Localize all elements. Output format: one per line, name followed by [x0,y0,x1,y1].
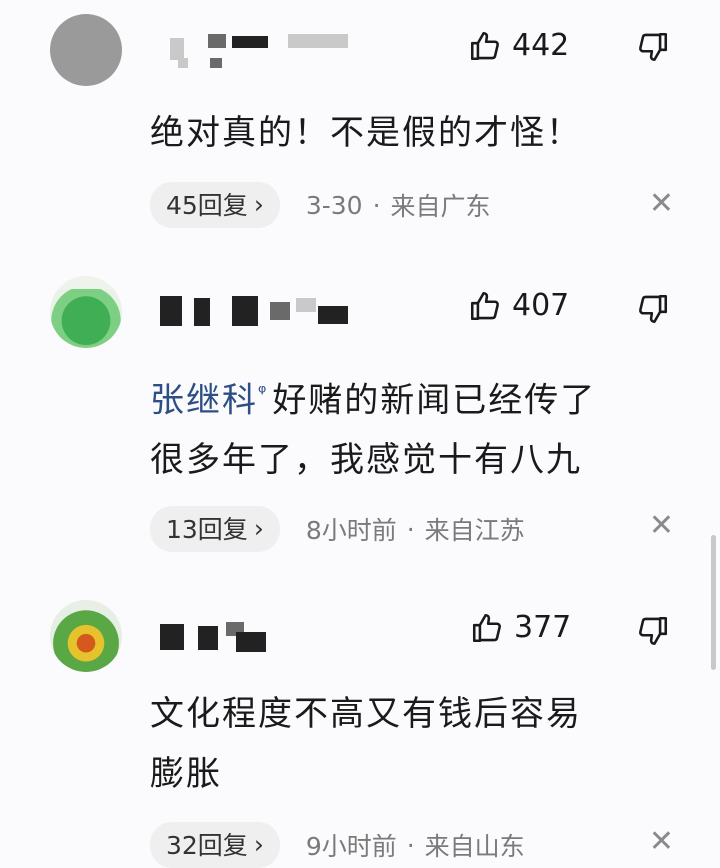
comment-text-line: 膨胀 [150,754,222,794]
avatar[interactable] [50,600,122,672]
reply-count: 13回复 [166,515,248,544]
chevron-right-icon: › [253,189,264,219]
comment-text-line: 绝对真的！不是假的才怪！ [150,113,582,153]
location: 来自江苏 [424,516,525,545]
comment-text-part: 好赌的新闻已经传了 [272,380,597,421]
dislike-button[interactable] [636,30,670,64]
close-icon[interactable]: ✕ [649,508,674,543]
thumbs-down-icon [639,294,668,324]
mention-link[interactable]: 张继科 [150,380,258,420]
location: 来自广东 [390,192,491,221]
avatar[interactable] [50,14,122,86]
reply-button[interactable]: 13回复 › [150,506,280,552]
close-icon[interactable]: ✕ [649,824,674,859]
comment-text: 张继科ᵠ 好赌的新闻已经传了 很多年了，我感觉十有八九 [150,362,670,490]
search-link-icon: ᵠ [258,380,269,404]
avatar[interactable] [50,276,122,348]
reply-button[interactable]: 32回复 › [150,822,280,868]
reply-count: 32回复 [166,831,248,860]
timestamp: 8小时前 [305,516,397,545]
like-count: 407 [512,288,570,323]
comment-text-line: 很多年了，我感觉十有八九 [150,440,582,481]
timestamp: 3-30 [305,190,363,220]
thumbs-up-icon [472,613,501,642]
reply-count: 45回复 [166,191,248,220]
thumbs-up-icon [470,31,499,60]
comment-text-line: 张继科ᵠ 好赌的新闻已经传了 [150,362,670,430]
like-button[interactable]: 377 [470,610,571,645]
chevron-right-icon: › [253,513,264,543]
separator: · [406,830,415,860]
reply-button[interactable]: 45回复 › [150,182,280,228]
thumbs-down-icon [639,32,668,62]
separator: · [406,514,415,544]
like-button[interactable]: 407 [468,288,569,323]
like-count: 377 [514,610,572,645]
like-count: 442 [512,28,570,63]
thumbs-up-icon [470,291,499,320]
location: 来自山东 [424,832,525,861]
comment-footer: 13回复 › 8小时前 · 来自江苏 [150,506,525,552]
comment-item: 377 文化程度不高又有钱后容易 膨胀 32回复 › 9小时前 · 来自山东 ✕ [0,560,720,868]
comment-item: 442 绝对真的！不是假的才怪！ 45回复 › 3-30 · 来自广东 ✕ [0,0,720,240]
comment-footer: 45回复 › 3-30 · 来自广东 [150,182,491,228]
like-button[interactable]: 442 [468,28,569,63]
comment-item: 407 张继科ᵠ 好赌的新闻已经传了 很多年了，我感觉十有八九 13回复 › 8小… [0,240,720,560]
scrollbar[interactable] [711,535,716,670]
chevron-right-icon: › [253,829,264,859]
comment-text-line: 文化程度不高又有钱后容易 [150,694,582,734]
thumbs-down-icon [639,616,668,646]
comment-text: 绝对真的！不是假的才怪！ [150,103,670,163]
dislike-button[interactable] [636,614,670,648]
separator: · [372,190,381,220]
timestamp: 9小时前 [305,832,397,861]
comment-footer: 32回复 › 9小时前 · 来自山东 [150,822,525,868]
dislike-button[interactable] [636,292,670,326]
close-icon[interactable]: ✕ [649,186,674,221]
comment-text: 文化程度不高又有钱后容易 膨胀 [150,684,670,804]
